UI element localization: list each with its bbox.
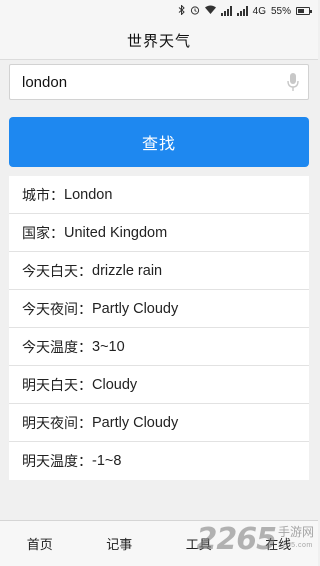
wifi-icon <box>204 5 216 17</box>
result-value: Partly Cloudy <box>92 300 179 317</box>
microphone-icon[interactable] <box>286 72 300 92</box>
result-label: 今天夜间： <box>22 301 92 318</box>
nav-item-home[interactable]: 首页 <box>0 521 80 566</box>
page-title: 世界天气 <box>126 32 191 50</box>
result-row: 明天夜间： Partly Cloudy <box>9 404 309 442</box>
result-row: 国家： United Kingdom <box>9 214 309 252</box>
result-row: 今天夜间： Partly Cloudy <box>9 290 309 328</box>
battery-icon <box>296 7 312 15</box>
title-bar: 世界天气 <box>0 22 318 60</box>
result-row: 今天温度： 3~10 <box>9 328 309 366</box>
signal-icon-2 <box>236 6 248 16</box>
battery-percent: 55% <box>270 5 291 17</box>
status-bar: 4G 55% <box>0 0 318 22</box>
result-value: drizzle rain <box>92 262 163 279</box>
result-row: 城市： London <box>9 176 309 214</box>
bottom-nav: 首页 记事 工具 在线 <box>0 520 318 566</box>
result-label: 城市： <box>22 187 64 204</box>
result-label: 国家： <box>22 225 64 242</box>
city-search-input[interactable] <box>22 73 286 91</box>
result-row: 明天白天： Cloudy <box>9 366 309 404</box>
alarm-icon <box>190 5 200 18</box>
result-value: London <box>64 186 113 203</box>
result-label: 今天白天： <box>22 263 92 280</box>
result-value: Cloudy <box>92 376 138 393</box>
find-button[interactable]: 查找 <box>9 117 309 167</box>
result-value: 3~10 <box>92 338 125 355</box>
network-type: 4G <box>252 5 266 17</box>
result-row: 今天白天： drizzle rain <box>9 252 309 290</box>
search-box[interactable] <box>9 64 309 100</box>
result-label: 今天温度： <box>22 339 92 356</box>
result-label: 明天白天： <box>22 377 92 394</box>
nav-item-tools[interactable]: 工具 <box>159 521 239 566</box>
nav-item-notes[interactable]: 记事 <box>80 521 160 566</box>
result-row: 明天温度： -1~8 <box>9 442 309 480</box>
signal-icon <box>220 6 232 16</box>
bluetooth-icon <box>178 3 185 18</box>
result-value: Partly Cloudy <box>92 414 179 431</box>
result-label: 明天夜间： <box>22 415 92 432</box>
weather-result-list: 城市： London 国家： United Kingdom 今天白天： drizzle r… <box>9 176 309 480</box>
result-value: United Kingdom <box>64 224 168 241</box>
result-value: -1~8 <box>92 453 122 469</box>
result-label: 明天温度： <box>22 454 92 470</box>
nav-item-online[interactable]: 在线 <box>239 521 319 566</box>
